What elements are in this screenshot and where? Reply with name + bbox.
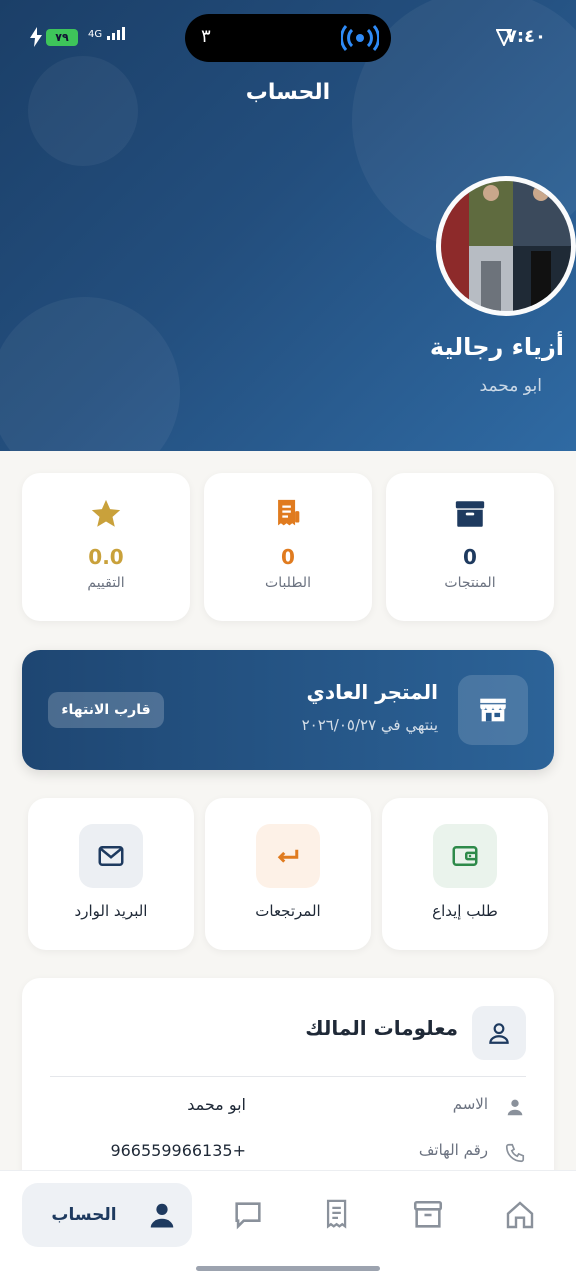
action-label: البريد الوارد (74, 902, 148, 920)
broadcast-icon (341, 25, 379, 51)
plan-expiry: ينتهي في ٢٠٢٦/٠٥/٢٧ (301, 716, 438, 734)
nav-home[interactable] (492, 1183, 548, 1247)
return-arrow-icon (277, 849, 299, 863)
battery-indicator: ٧٩ (46, 29, 78, 46)
deposit-request-button[interactable]: طلب إيداع (382, 798, 548, 950)
status-time: ٧:٤٠ (505, 26, 546, 47)
stat-label: المنتجات (444, 575, 496, 591)
stat-label: الطلبات (265, 575, 311, 591)
owner-info-card: معلومات المالك الاسم ابو محمد رقم الهاتف… (22, 978, 554, 1198)
archive-box-icon (455, 501, 485, 527)
nav-orders[interactable] (310, 1183, 366, 1247)
row-label: رقم الهاتف (418, 1141, 488, 1159)
stat-card-rating[interactable]: 0.0 التقييم (22, 473, 190, 621)
owner-info-title: معلومات المالك (305, 1016, 458, 1040)
status-bar: ٧٩ 4G ٣ ٧:٤٠ (0, 0, 576, 76)
nav-account[interactable]: الحساب (22, 1183, 192, 1247)
dynamic-island: ٣ (185, 14, 391, 62)
archive-icon (413, 1200, 443, 1228)
stat-value: 0 (281, 545, 295, 569)
home-indicator (196, 1266, 380, 1271)
row-value: ابو محمد (187, 1095, 246, 1114)
receipt-icon (278, 499, 300, 526)
storefront-icon (480, 698, 506, 722)
store-avatar[interactable] (436, 176, 576, 316)
person-outline-icon (489, 1023, 509, 1044)
island-counter: ٣ (201, 26, 211, 47)
store-name: أزياء رجالية (429, 333, 564, 361)
owner-row-phone[interactable]: رقم الهاتف 966559966135+ (50, 1138, 526, 1168)
wallet-icon (452, 846, 478, 866)
divider (50, 1076, 526, 1077)
owner-row-name: الاسم ابو محمد (50, 1092, 526, 1122)
star-icon (91, 499, 121, 527)
row-label: الاسم (452, 1095, 488, 1113)
stat-label: التقييم (87, 575, 125, 591)
receipt-icon (326, 1199, 347, 1229)
action-label: المرتجعات (255, 902, 321, 920)
plan-icon-box (458, 675, 528, 745)
signal-bars-icon (107, 27, 126, 40)
nav-products[interactable] (400, 1183, 456, 1247)
store-avatar-image (441, 181, 571, 311)
network-signal: 4G (88, 26, 127, 40)
subscription-plan-card[interactable]: المتجر العادي ينتهي في ٢٠٢٦/٠٥/٢٧ قارب ا… (22, 650, 554, 770)
stat-value: 0 (463, 545, 477, 569)
bottom-navigation: الحساب (0, 1170, 576, 1280)
home-icon (506, 1201, 534, 1229)
stat-card-products[interactable]: 0 المنتجات (386, 473, 554, 621)
charging-bolt-icon (30, 27, 42, 47)
person-icon (150, 1203, 173, 1228)
action-label: طلب إيداع (432, 902, 498, 920)
network-type: 4G (88, 29, 103, 40)
page-title: الحساب (245, 80, 331, 105)
nav-chat[interactable] (220, 1183, 276, 1247)
stat-card-orders[interactable]: 0 الطلبات (204, 473, 372, 621)
nav-account-label: الحساب (51, 1205, 117, 1225)
person-icon (507, 1099, 523, 1116)
expiry-warning-badge: قارب الانتهاء (48, 692, 164, 728)
stat-value: 0.0 (88, 545, 124, 569)
inbox-button[interactable]: البريد الوارد (28, 798, 194, 950)
owner-icon-box (472, 1006, 526, 1060)
returns-button[interactable]: المرتجعات (205, 798, 371, 950)
row-value: 966559966135+ (110, 1141, 246, 1160)
owner-name: ابو محمد (479, 376, 542, 396)
plan-title: المتجر العادي (306, 680, 438, 704)
profile-header: ٧٩ 4G ٣ ٧:٤٠ الحساب أزياء رجالية ابو محم… (0, 0, 576, 451)
mail-icon (98, 846, 124, 866)
chat-icon (235, 1202, 261, 1230)
decorative-circle (0, 297, 180, 451)
phone-icon (505, 1143, 525, 1163)
